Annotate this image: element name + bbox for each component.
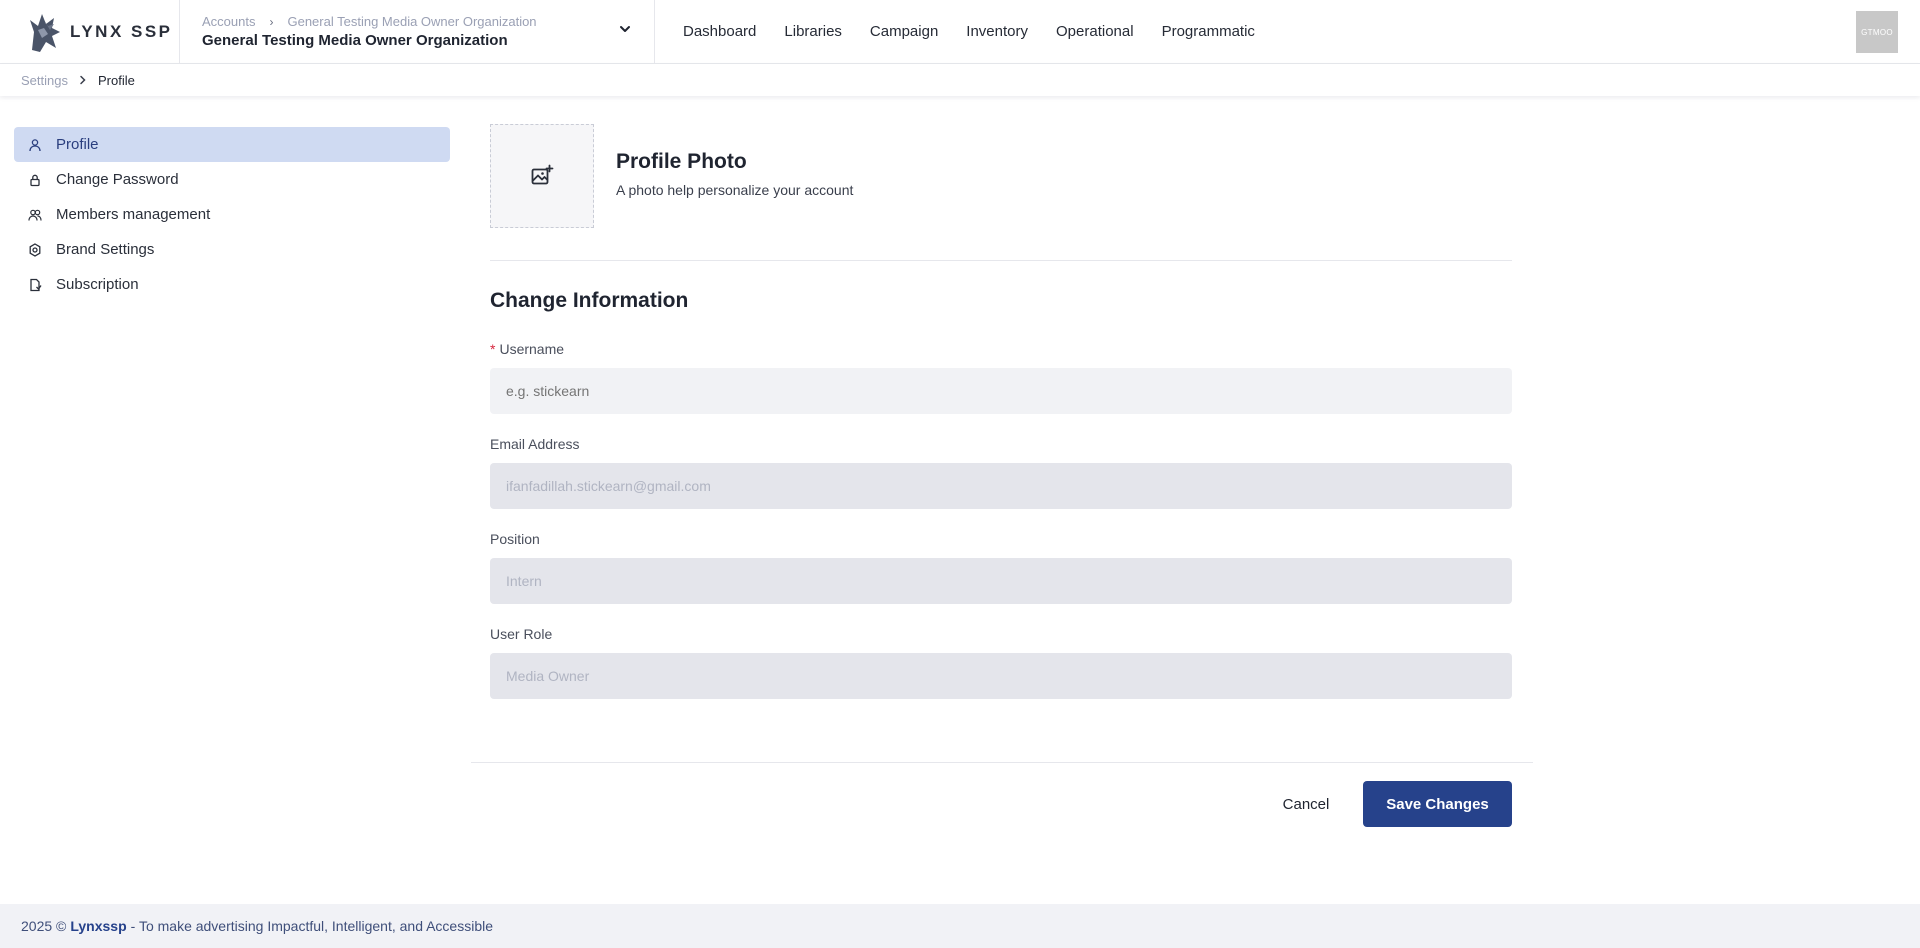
profile-photo-subtitle: A photo help personalize your account xyxy=(616,182,854,198)
email-field: ifanfadillah.stickearn@gmail.com xyxy=(490,463,1512,509)
nav-operational[interactable]: Operational xyxy=(1056,23,1134,40)
save-changes-button[interactable]: Save Changes xyxy=(1363,781,1512,827)
breadcrumb: Settings Profile xyxy=(0,64,1920,96)
footer: 2025 © Lynxssp - To make advertising Imp… xyxy=(0,904,1920,948)
position-field: Intern xyxy=(490,558,1512,604)
sidebar-item-profile[interactable]: Profile xyxy=(14,127,450,162)
chevron-right-icon xyxy=(80,75,86,85)
email-field-group: Email Address ifanfadillah.stickearn@gma… xyxy=(490,436,1512,509)
form-divider xyxy=(471,762,1533,763)
username-label: * Username xyxy=(490,341,1512,357)
sidebar-item-label: Profile xyxy=(56,136,99,153)
top-header: LYNX SSP Accounts › General Testing Medi… xyxy=(0,0,1920,64)
breadcrumb-current: Profile xyxy=(97,72,135,88)
users-icon xyxy=(28,209,42,221)
current-org-name: General Testing Media Owner Organization xyxy=(202,32,508,49)
footer-tagline: - To make advertising Impactful, Intelli… xyxy=(130,918,494,934)
cancel-button[interactable]: Cancel xyxy=(1268,781,1344,827)
user-icon xyxy=(29,138,41,151)
position-label: Position xyxy=(490,531,540,547)
sidebar-item-change-password[interactable]: Change Password xyxy=(14,162,450,197)
sidebar-item-label: Change Password xyxy=(56,171,179,188)
username-input[interactable] xyxy=(490,368,1512,414)
brand-name: LYNX SSP xyxy=(70,21,173,41)
footer-brand-link[interactable]: Lynxssp xyxy=(70,918,126,934)
org-switcher[interactable]: Accounts › General Testing Media Owner O… xyxy=(180,0,655,63)
nav-dashboard[interactable]: Dashboard xyxy=(683,23,756,40)
nav-programmatic[interactable]: Programmatic xyxy=(1162,23,1255,40)
role-field: Media Owner xyxy=(490,653,1512,699)
org-crumb-accounts[interactable]: Accounts xyxy=(202,14,255,29)
sidebar-item-label: Members management xyxy=(56,206,211,223)
settings-sidebar: Profile Change Password Members manageme… xyxy=(14,127,450,302)
profile-content: Profile Photo A photo help personalize y… xyxy=(490,124,1512,699)
org-breadcrumb: Accounts › General Testing Media Owner O… xyxy=(202,14,654,29)
user-avatar[interactable]: GTMOO xyxy=(1856,11,1898,53)
sidebar-item-brand-settings[interactable]: Brand Settings xyxy=(14,232,450,267)
org-crumb-organization[interactable]: General Testing Media Owner Organization xyxy=(287,14,536,29)
sidebar-item-label: Subscription xyxy=(56,276,139,293)
nav-campaign[interactable]: Campaign xyxy=(870,23,938,40)
sidebar-item-subscription[interactable]: Subscription xyxy=(14,267,450,302)
username-label-text: Username xyxy=(499,341,565,357)
brand-logo-link[interactable]: LYNX SSP xyxy=(0,0,180,63)
required-mark: * xyxy=(490,341,496,357)
nav-libraries[interactable]: Libraries xyxy=(784,23,842,40)
username-field-group: * Username xyxy=(490,341,1512,414)
nav-inventory[interactable]: Inventory xyxy=(966,23,1028,40)
gear-icon xyxy=(29,242,41,257)
role-field-group: User Role Media Owner xyxy=(490,626,1512,699)
profile-photo-title: Profile Photo xyxy=(616,150,747,173)
profile-photo-text: Profile Photo A photo help personalize y… xyxy=(616,150,853,198)
lynx-logo-icon xyxy=(30,13,60,52)
chevron-down-icon[interactable] xyxy=(618,22,632,36)
change-information-title: Change Information xyxy=(490,289,689,312)
main-nav: Dashboard Libraries Campaign Inventory O… xyxy=(655,0,1283,63)
email-label: Email Address xyxy=(490,436,580,452)
lock-icon xyxy=(30,174,40,186)
role-label: User Role xyxy=(490,626,553,642)
sidebar-item-label: Brand Settings xyxy=(56,241,155,258)
add-image-icon xyxy=(531,164,554,185)
footer-copyright: 2025 © xyxy=(21,918,67,934)
position-field-group: Position Intern xyxy=(490,531,1512,604)
chevron-right-icon: › xyxy=(269,14,274,29)
document-icon xyxy=(30,278,42,291)
profile-photo-upload[interactable] xyxy=(490,124,594,228)
sidebar-item-members-management[interactable]: Members management xyxy=(14,197,450,232)
profile-photo-section: Profile Photo A photo help personalize y… xyxy=(490,124,1512,261)
breadcrumb-settings[interactable]: Settings xyxy=(21,73,68,88)
